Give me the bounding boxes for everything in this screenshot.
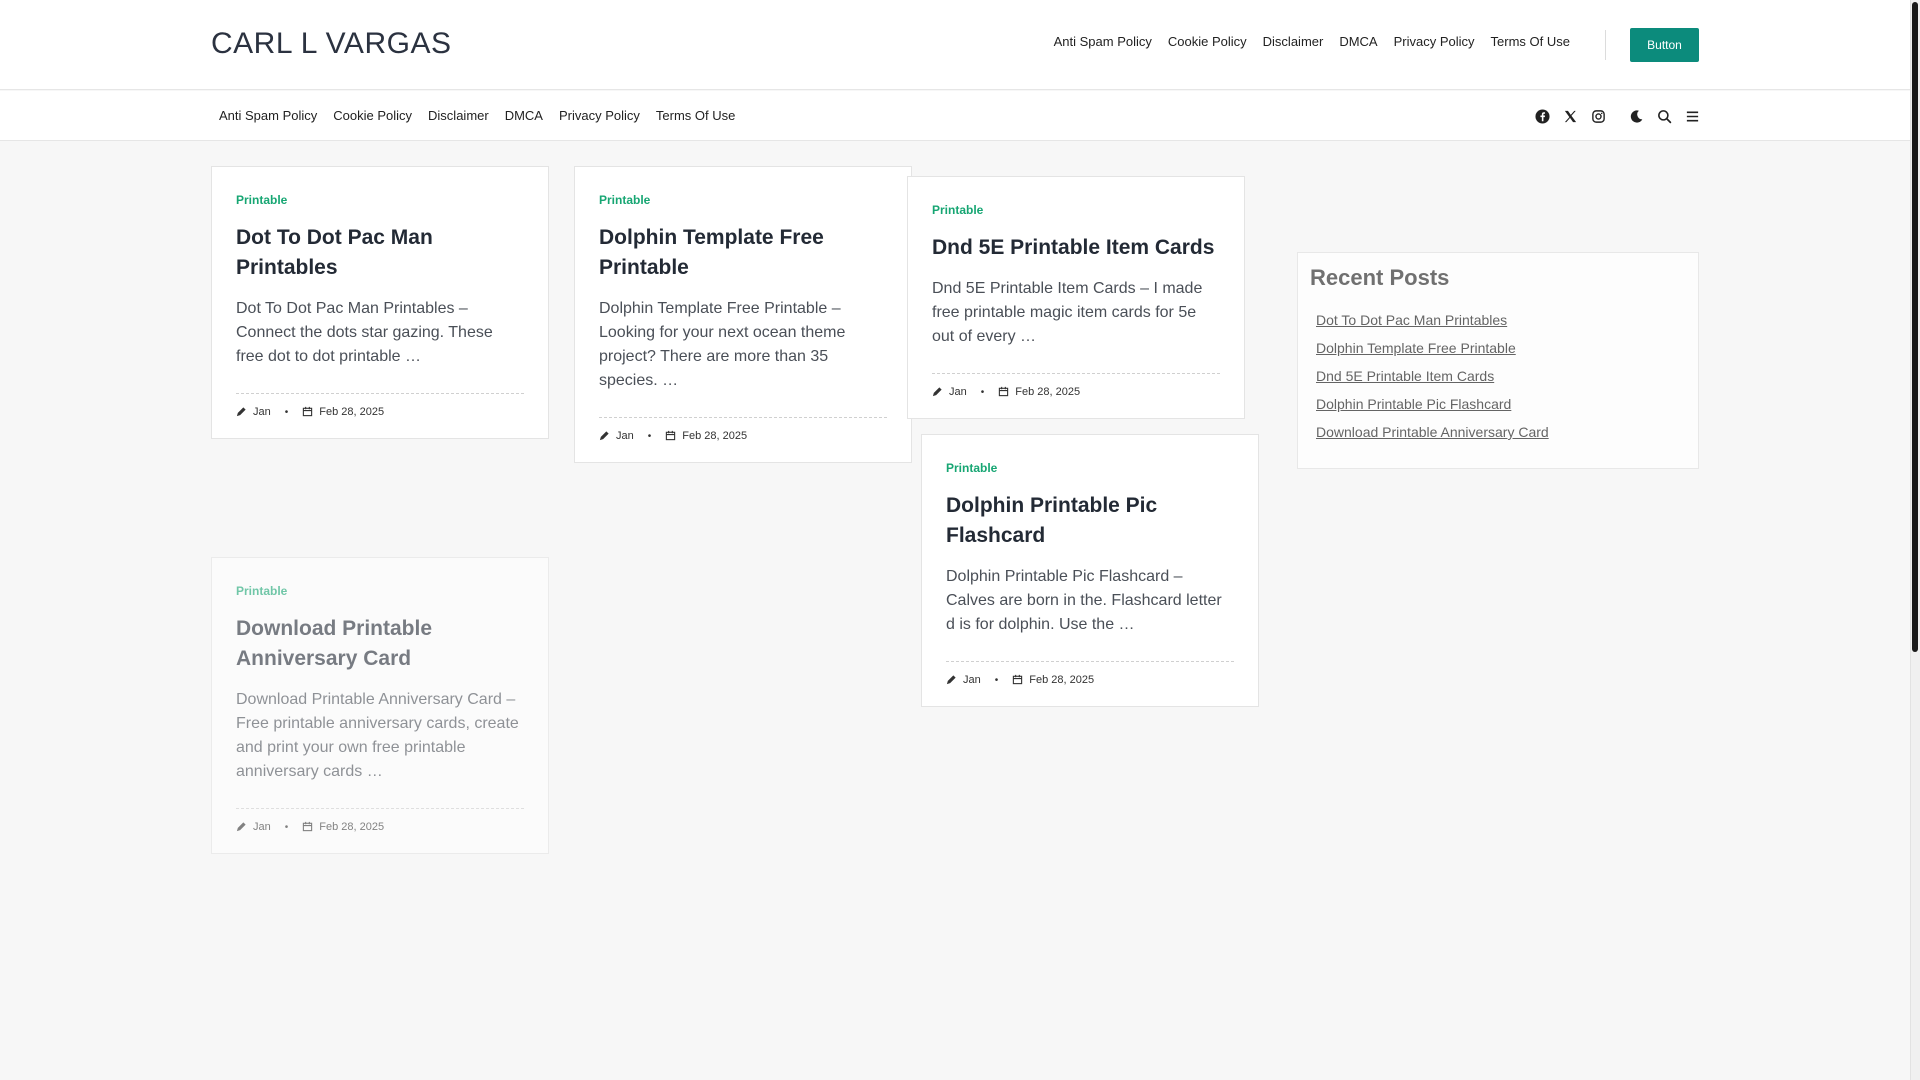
- page-scrollbar-thumb[interactable]: [1912, 2, 1918, 652]
- post-date[interactable]: Feb 28, 2025: [319, 821, 384, 833]
- recent-posts-list: Dot To Dot Pac Man Printables Dolphin Te…: [1310, 311, 1686, 441]
- post-excerpt: Dolphin Template Free Printable – Lookin…: [599, 300, 846, 389]
- top-header: CARL L VARGAS Anti Spam Policy Cookie Po…: [0, 0, 1910, 90]
- calendar-icon: [998, 386, 1010, 398]
- site-title[interactable]: CARL L VARGAS: [211, 27, 451, 61]
- recent-post-link[interactable]: Dolphin Printable Pic Flashcard: [1316, 396, 1511, 412]
- top-nav-cookie-policy[interactable]: Cookie Policy: [1168, 34, 1247, 49]
- post-card: Printable Dolphin Template Free Printabl…: [574, 166, 912, 463]
- post-meta: Jan • Feb 28, 2025: [932, 373, 1220, 398]
- post-date[interactable]: Feb 28, 2025: [1029, 674, 1094, 686]
- top-nav-privacy-policy[interactable]: Privacy Policy: [1394, 34, 1475, 49]
- meta-separator: •: [284, 821, 289, 833]
- post-excerpt: Dnd 5E Printable Item Cards – I made fre…: [932, 280, 1203, 345]
- header-divider: [1605, 30, 1606, 60]
- top-nav-dmca[interactable]: DMCA: [1339, 34, 1377, 49]
- post-author[interactable]: Jan: [616, 430, 634, 442]
- header-cta-button[interactable]: Button: [1630, 28, 1699, 62]
- calendar-icon: [302, 406, 314, 418]
- pen-icon: [946, 674, 958, 686]
- facebook-icon[interactable]: [1532, 106, 1552, 126]
- calendar-icon: [665, 430, 677, 442]
- post-category[interactable]: Printable: [236, 193, 287, 207]
- list-item: Dnd 5E Printable Item Cards: [1316, 367, 1686, 385]
- widget-title: Recent Posts: [1310, 265, 1450, 290]
- secondary-header: Anti Spam Policy Cookie Policy Disclaime…: [0, 91, 1910, 141]
- post-card: Printable Download Printable Anniversary…: [211, 557, 549, 854]
- top-nav-terms-of-use[interactable]: Terms Of Use: [1491, 34, 1570, 49]
- post-meta: Jan • Feb 28, 2025: [599, 417, 887, 442]
- post-meta: Jan • Feb 28, 2025: [946, 661, 1234, 686]
- post-title[interactable]: Dnd 5E Printable Item Cards: [932, 233, 1220, 263]
- search-icon[interactable]: [1654, 106, 1674, 126]
- post-title[interactable]: Download Printable Anniversary Card: [236, 614, 524, 674]
- meta-separator: •: [647, 430, 652, 442]
- recent-post-link[interactable]: Dolphin Template Free Printable: [1316, 340, 1516, 356]
- post-date[interactable]: Feb 28, 2025: [682, 430, 747, 442]
- calendar-icon: [1012, 674, 1024, 686]
- post-author[interactable]: Jan: [949, 386, 967, 398]
- sub-nav-disclaimer[interactable]: Disclaimer: [428, 108, 489, 123]
- post-title[interactable]: Dolphin Printable Pic Flashcard: [946, 491, 1234, 551]
- post-author[interactable]: Jan: [253, 406, 271, 418]
- meta-separator: •: [994, 674, 999, 686]
- pen-icon: [236, 406, 248, 418]
- post-meta: Jan • Feb 28, 2025: [236, 393, 524, 418]
- post-card: Printable Dot To Dot Pac Man Printables …: [211, 166, 549, 439]
- list-item: Dolphin Printable Pic Flashcard: [1316, 395, 1686, 413]
- top-nav-anti-spam-policy[interactable]: Anti Spam Policy: [1054, 34, 1152, 49]
- list-item: Dot To Dot Pac Man Printables: [1316, 311, 1686, 329]
- post-meta: Jan • Feb 28, 2025: [236, 808, 524, 833]
- post-category[interactable]: Printable: [932, 203, 983, 217]
- post-author[interactable]: Jan: [963, 674, 981, 686]
- sub-nav-anti-spam-policy[interactable]: Anti Spam Policy: [219, 108, 317, 123]
- list-item: Dolphin Template Free Printable: [1316, 339, 1686, 357]
- secondary-nav: Anti Spam Policy Cookie Policy Disclaime…: [219, 108, 735, 123]
- post-excerpt: Dot To Dot Pac Man Printables – Connect …: [236, 300, 493, 365]
- instagram-icon[interactable]: [1588, 106, 1608, 126]
- recent-post-link[interactable]: Dnd 5E Printable Item Cards: [1316, 368, 1494, 384]
- calendar-icon: [302, 821, 314, 833]
- post-card: Printable Dnd 5E Printable Item Cards Dn…: [907, 176, 1245, 419]
- recent-posts-widget: Recent Posts Dot To Dot Pac Man Printabl…: [1297, 252, 1699, 469]
- post-category[interactable]: Printable: [599, 193, 650, 207]
- post-category[interactable]: Printable: [946, 461, 997, 475]
- list-item: Download Printable Anniversary Card: [1316, 423, 1686, 441]
- pen-icon: [932, 386, 944, 398]
- post-card: Printable Dolphin Printable Pic Flashcar…: [921, 434, 1259, 707]
- dark-mode-moon-icon[interactable]: [1626, 106, 1646, 126]
- sub-nav-privacy-policy[interactable]: Privacy Policy: [559, 108, 640, 123]
- sub-nav-cookie-policy[interactable]: Cookie Policy: [333, 108, 412, 123]
- post-title[interactable]: Dolphin Template Free Printable: [599, 223, 887, 283]
- sub-nav-terms-of-use[interactable]: Terms Of Use: [656, 108, 735, 123]
- post-title[interactable]: Dot To Dot Pac Man Printables: [236, 223, 524, 283]
- pen-icon: [236, 821, 248, 833]
- pen-icon: [599, 430, 611, 442]
- post-author[interactable]: Jan: [253, 821, 271, 833]
- x-twitter-icon[interactable]: [1560, 106, 1580, 126]
- meta-separator: •: [284, 406, 289, 418]
- post-date[interactable]: Feb 28, 2025: [319, 406, 384, 418]
- post-date[interactable]: Feb 28, 2025: [1015, 386, 1080, 398]
- recent-post-link[interactable]: Dot To Dot Pac Man Printables: [1316, 312, 1507, 328]
- top-nav-disclaimer[interactable]: Disclaimer: [1263, 34, 1324, 49]
- header-icon-row: [1532, 106, 1702, 126]
- post-excerpt: Download Printable Anniversary Card – Fr…: [236, 691, 519, 780]
- post-excerpt: Dolphin Printable Pic Flashcard – Calves…: [946, 568, 1222, 633]
- menu-icon[interactable]: [1682, 106, 1702, 126]
- post-category[interactable]: Printable: [236, 584, 287, 598]
- top-nav: Anti Spam Policy Cookie Policy Disclaime…: [1054, 34, 1570, 49]
- sub-nav-dmca[interactable]: DMCA: [505, 108, 543, 123]
- meta-separator: •: [980, 386, 985, 398]
- recent-post-link[interactable]: Download Printable Anniversary Card: [1316, 424, 1549, 440]
